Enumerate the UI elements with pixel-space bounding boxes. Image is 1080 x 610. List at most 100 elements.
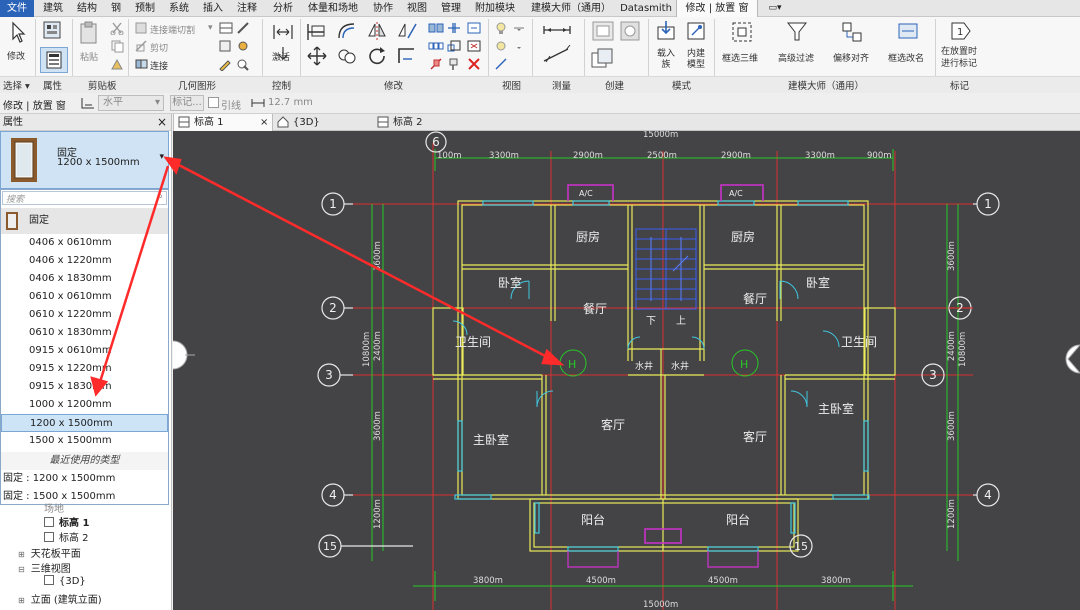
leader-length[interactable]: 12.7 mm [268, 97, 313, 108]
menu-addins[interactable]: 附加模块 [471, 0, 519, 17]
offset-icon[interactable] [336, 20, 358, 45]
inplace-model-icon[interactable] [684, 19, 708, 46]
aligned-dimension-icon[interactable] [542, 44, 572, 68]
split-face-icon[interactable] [218, 39, 232, 56]
menu-massing[interactable]: 体量和场地 [303, 0, 363, 17]
create-assembly-icon[interactable] [590, 19, 616, 46]
linework-icon[interactable] [494, 57, 508, 74]
create-similar-icon[interactable] [590, 47, 616, 74]
close-icon[interactable]: × [260, 114, 268, 131]
floor-plan-drawing[interactable]: A/C A/C 下 上 厨房 厨房 卧室 卧室 餐厅 餐厅 卫生间 卫生间 客厅… [173, 131, 1080, 610]
join-icon[interactable] [134, 57, 148, 74]
rotate-icon[interactable] [366, 45, 388, 70]
light-bulb-icon[interactable] [494, 21, 508, 38]
tag-button[interactable]: 标记... [170, 95, 204, 111]
tree-item-level-1[interactable]: 标高 1 [44, 514, 89, 529]
menu-view[interactable]: 视图 [404, 0, 430, 17]
delete-icon[interactable] [466, 57, 482, 74]
menu-file[interactable]: 文件 [0, 0, 34, 17]
window-dropdown-icon[interactable]: ▭▾ [764, 0, 786, 17]
match-props-icon[interactable] [110, 57, 124, 74]
copy-icon[interactable] [110, 39, 124, 56]
wall-joins-icon[interactable] [218, 21, 234, 38]
split-gap-icon[interactable] [446, 21, 462, 38]
tree-item-3d[interactable]: {3D} [44, 575, 86, 587]
panel-select[interactable]: 选择 ▾ [3, 78, 30, 92]
paint-icon[interactable] [236, 39, 250, 56]
type-option[interactable]: 1200 x 1500mm [1, 414, 168, 432]
menu-steel[interactable]: 钢 [108, 0, 124, 17]
close-icon[interactable]: × [157, 114, 167, 131]
menu-precast[interactable]: 预制 [132, 0, 158, 17]
elevation-marker-right[interactable] [1065, 344, 1080, 374]
box-3d-icon[interactable] [730, 20, 754, 47]
drawing-canvas[interactable]: A/C A/C 下 上 厨房 厨房 卧室 卧室 餐厅 餐厅 卫生间 卫生间 客厅… [173, 131, 1080, 610]
color-pick-icon[interactable] [236, 57, 250, 74]
elevation-marker-left[interactable] [173, 340, 188, 370]
tree-item-elevations[interactable]: ⊞ 立面 (建筑立面) [18, 591, 102, 606]
type-option[interactable]: 1500 x 1500mm [1, 432, 168, 450]
tab-level-1[interactable]: 标高 1 × [173, 114, 273, 131]
type-option[interactable]: 0915 x 1830mm [1, 378, 168, 396]
group-icon[interactable] [466, 39, 482, 56]
paste-icon[interactable] [78, 20, 100, 49]
cut-icon[interactable] [110, 21, 124, 38]
tab-3d[interactable]: {3D} [273, 114, 373, 131]
type-option[interactable]: 0406 x 0610mm [1, 234, 168, 252]
type-selector[interactable]: 固定 1200 x 1500mm ▾ [0, 131, 169, 189]
type-option[interactable]: 0406 x 1830mm [1, 270, 168, 288]
trim-extend-icon[interactable] [396, 45, 418, 70]
orientation-select[interactable]: 水平 ▾ [98, 95, 164, 111]
type-option[interactable]: 0406 x 1220mm [1, 252, 168, 270]
edit-pen-icon[interactable] [218, 57, 232, 74]
tree-item-3d-views[interactable]: ⊟ 三维视图 [18, 560, 71, 575]
leader-checkbox[interactable] [208, 97, 219, 108]
tree-item-ceiling-plans[interactable]: ⊞ 天花板平面 [18, 545, 81, 560]
type-option[interactable]: 0610 x 0610mm [1, 288, 168, 306]
box-rename-icon[interactable] [896, 20, 920, 47]
menu-analyze[interactable]: 分析 [270, 0, 296, 17]
tree-item-level-2[interactable]: 标高 2 [44, 529, 89, 544]
menu-modify-place-window[interactable]: 修改 | 放置 窗 [676, 0, 758, 17]
advanced-filter-icon[interactable] [785, 20, 809, 47]
view-dropdown-icon[interactable] [512, 39, 526, 56]
copy-element-icon[interactable] [336, 45, 358, 70]
hide-dropdown-icon[interactable] [512, 21, 526, 38]
load-family-icon[interactable] [654, 19, 678, 46]
menu-annotate[interactable]: 注释 [234, 0, 260, 17]
align-icon[interactable] [306, 20, 328, 45]
expand-icon[interactable]: ⊞ [18, 550, 25, 559]
join-label[interactable]: 连接 [150, 59, 168, 72]
tag-on-placement-icon[interactable]: 1 [948, 19, 974, 46]
menu-insert[interactable]: 插入 [200, 0, 226, 17]
type-properties-icon[interactable] [40, 19, 66, 44]
collapse-icon[interactable]: ⊟ [18, 565, 25, 574]
unpin-icon[interactable] [428, 57, 444, 74]
mirror-pick-axis-icon[interactable] [366, 20, 388, 45]
menu-datasmith[interactable]: Datasmith [618, 0, 674, 17]
menu-structure[interactable]: 结构 [74, 0, 100, 17]
type-option[interactable]: 0915 x 1220mm [1, 360, 168, 378]
offset-align-icon[interactable] [840, 20, 864, 47]
menu-manage[interactable]: 管理 [438, 0, 464, 17]
menu-collaborate[interactable]: 协作 [370, 0, 396, 17]
override-graphics-icon[interactable] [494, 39, 508, 56]
type-option[interactable]: 0610 x 1220mm [1, 306, 168, 324]
create-parts-icon[interactable] [618, 19, 642, 46]
search-input[interactable]: 搜索 ⌕ [2, 191, 167, 205]
move-icon[interactable] [306, 45, 328, 70]
measure-distance-icon[interactable] [542, 23, 572, 40]
modify-button[interactable] [6, 21, 30, 48]
menu-systems[interactable]: 系统 [166, 0, 192, 17]
cut-join-label[interactable]: 连接端切割 [150, 23, 195, 36]
pin-icon[interactable] [446, 57, 462, 74]
tree-item-site[interactable]: 场地 [44, 500, 64, 515]
flip-horizontal-icon[interactable] [272, 21, 294, 46]
type-option[interactable]: 0915 x 0610mm [1, 342, 168, 360]
expand-icon[interactable]: ⊞ [18, 596, 25, 605]
array-icon[interactable] [428, 39, 444, 56]
split-element-icon[interactable] [428, 21, 444, 38]
tab-level-2[interactable]: 标高 2 [373, 114, 473, 131]
recent-item[interactable]: 固定 : 1200 x 1500mm [1, 470, 168, 488]
scale-icon[interactable] [446, 39, 462, 56]
